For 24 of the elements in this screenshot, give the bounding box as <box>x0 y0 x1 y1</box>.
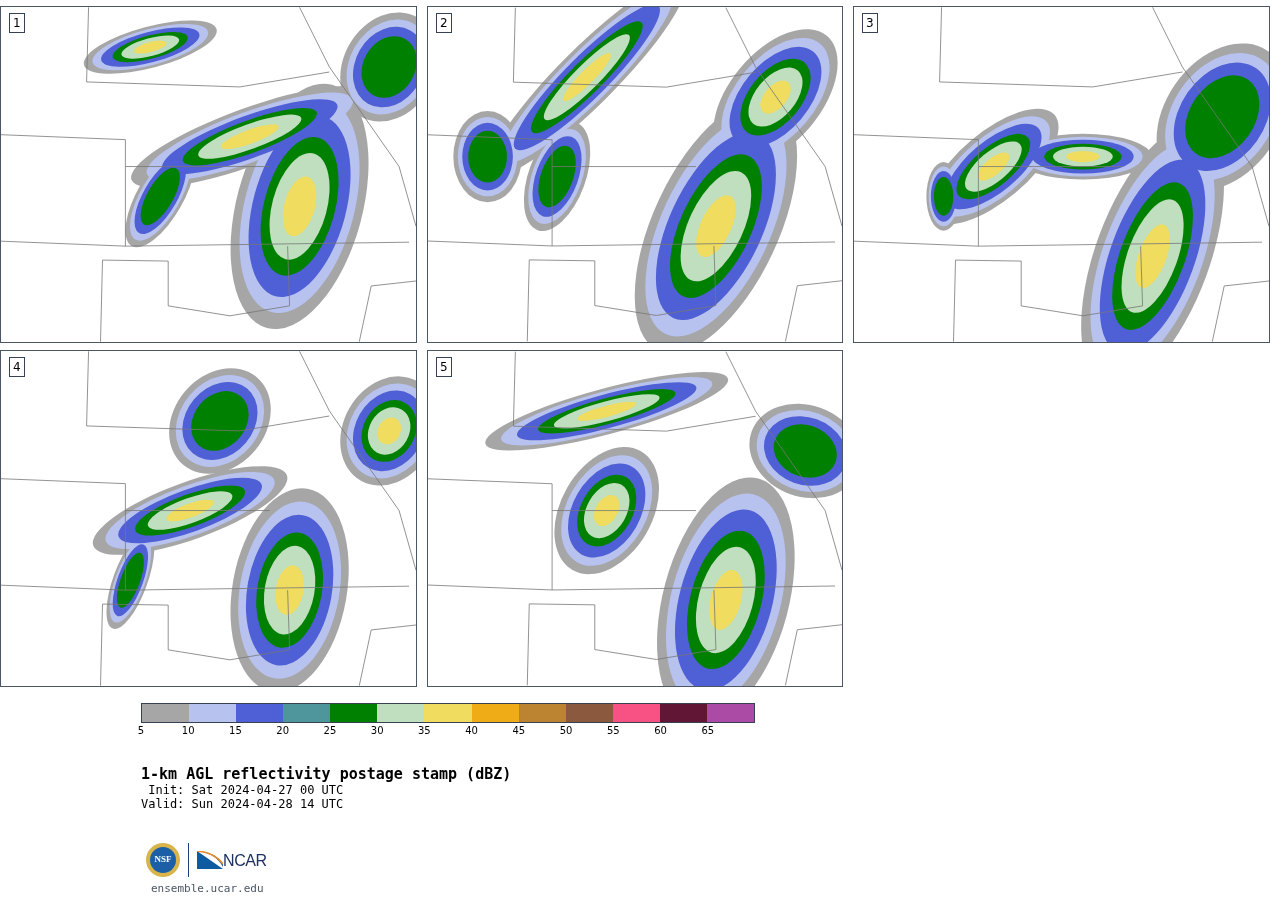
tick-label: 55 <box>606 725 620 737</box>
tick-label: 45 <box>512 725 526 737</box>
valid-time: Valid: Sun 2024-04-28 14 UTC <box>141 797 345 811</box>
tick-label: 30 <box>370 725 384 737</box>
panel-number: 2 <box>436 13 452 33</box>
tick-label: 20 <box>276 725 290 737</box>
panel-number: 5 <box>436 357 452 377</box>
chart-title: 1-km AGL reflectivity postage stamp (dBZ) <box>141 765 513 783</box>
tick-label: 5 <box>137 725 145 737</box>
site-url: ensemble.ucar.edu <box>150 881 265 897</box>
tick-label: 65 <box>701 725 715 737</box>
init-time: Init: Sat 2024-04-27 00 UTC <box>147 783 345 797</box>
tick-label: 25 <box>323 725 337 737</box>
tick-label: 10 <box>181 725 195 737</box>
tick-label: 15 <box>229 725 242 737</box>
tick-label: 50 <box>559 725 573 737</box>
ncar-logo: NCAR <box>197 851 267 869</box>
panel-number: 1 <box>9 13 25 33</box>
tick-label: 60 <box>654 725 667 737</box>
tick-label: 35 <box>418 725 431 737</box>
nsf-logo: NSF <box>146 843 180 877</box>
panel-number: 4 <box>9 357 25 377</box>
panel-number: 3 <box>862 13 878 33</box>
tick-label: 40 <box>465 725 478 737</box>
